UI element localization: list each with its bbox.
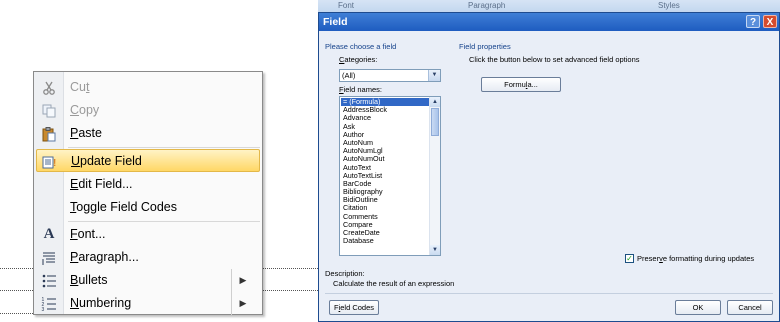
field-name-item[interactable]: AutoText (341, 164, 429, 172)
menu-item-copy[interactable]: Copy (36, 99, 260, 122)
preserve-formatting-checkbox[interactable]: ✓ (625, 254, 634, 263)
menu-item-paragraph[interactable]: Paragraph... (36, 246, 260, 269)
menu-item-label: Update Field (71, 154, 142, 168)
field-name-item[interactable]: Database (341, 237, 429, 245)
description-label: Description: (325, 269, 365, 278)
menu-item-update-field[interactable]: ! Update Field (36, 149, 260, 172)
categories-value: (All) (342, 71, 356, 80)
scroll-down-icon[interactable]: ▼ (430, 245, 440, 255)
paragraph-icon (38, 248, 60, 267)
field-name-item[interactable]: AutoTextList (341, 172, 429, 180)
field-name-item[interactable]: AutoNumOut (341, 155, 429, 163)
close-button[interactable]: X (763, 15, 777, 28)
menu-item-label: Font... (70, 227, 106, 241)
list-scrollbar[interactable]: ▲ ▼ (429, 97, 440, 255)
scroll-up-icon[interactable]: ▲ (430, 97, 440, 107)
choose-field-heading: Please choose a field (325, 42, 397, 51)
document-dotted-line (0, 313, 33, 314)
menu-item-cut[interactable]: Cut (36, 76, 260, 99)
svg-text:!: ! (53, 158, 56, 169)
menu-item-label: Edit Field... (70, 177, 133, 191)
menu-item-label: Paste (70, 126, 102, 140)
field-properties-heading: Field properties (459, 42, 511, 51)
menu-item-label: Copy (70, 103, 100, 117)
categories-dropdown[interactable]: (All) ▼ (339, 69, 441, 82)
field-name-item[interactable]: Bibliography (341, 188, 429, 196)
copy-icon (38, 101, 60, 120)
properties-hint: Click the button below to set advanced f… (469, 55, 640, 64)
submenu-arrow-icon: ▶ (231, 292, 254, 315)
menu-item-label: Toggle Field Codes (70, 200, 178, 214)
categories-label: Categories: (339, 55, 378, 64)
help-button[interactable]: ? (746, 15, 760, 28)
menu-item-paste[interactable]: Paste (36, 122, 260, 145)
submenu-arrow-icon: ▶ (231, 269, 254, 292)
ok-button[interactable]: OK (675, 300, 721, 315)
preserve-formatting-label: Preserve formatting during updates (637, 254, 755, 263)
scissors-icon (38, 78, 60, 97)
field-codes-button[interactable]: Field Codes (329, 300, 379, 315)
document-dotted-line (0, 268, 33, 269)
document-dotted-line (0, 290, 33, 291)
field-name-item[interactable]: BarCode (341, 180, 429, 188)
menu-item-label: Numbering (70, 296, 132, 310)
field-name-item[interactable]: Author (341, 131, 429, 139)
scroll-thumb[interactable] (431, 108, 439, 136)
menu-item-label: Paragraph... (70, 250, 139, 264)
field-dialog: Field ? X Please choose a field Field pr… (318, 12, 780, 322)
menu-separator (68, 147, 260, 148)
svg-text:3: 3 (42, 307, 45, 312)
field-name-item[interactable]: Ask (341, 123, 429, 131)
paste-icon (38, 124, 60, 143)
field-names-label: Field names: (339, 85, 382, 94)
menu-item-numbering[interactable]: 123 Numbering ▶ (36, 292, 260, 315)
document-dotted-line (263, 290, 318, 291)
menu-item-label: Cut (70, 80, 90, 94)
menu-item-toggle-field-codes[interactable]: Toggle Field Codes (36, 196, 260, 219)
dialog-title-bar: Field ? X (319, 13, 779, 31)
font-icon: A (43, 226, 55, 242)
description-text: Calculate the result of an expression (333, 279, 455, 288)
field-name-item[interactable]: BidiOutline (341, 196, 429, 204)
field-names-list[interactable]: = (Formula) AddressBlock Advance Ask Author A… (339, 96, 441, 256)
formula-button[interactable]: Formula... (481, 77, 561, 92)
field-name-item[interactable]: AddressBlock (341, 106, 429, 114)
field-name-item[interactable]: AutoNum (341, 139, 429, 147)
chevron-down-icon[interactable]: ▼ (428, 70, 440, 81)
field-name-item[interactable]: = (Formula) (341, 98, 429, 107)
field-name-item[interactable]: CreateDate (341, 229, 429, 237)
bullets-icon (38, 271, 60, 290)
ribbon-group-font: Font (338, 1, 355, 10)
menu-item-label: Bullets (70, 273, 108, 287)
ribbon-group-strip: Font Paragraph Styles (318, 0, 780, 12)
menu-separator (68, 221, 260, 222)
field-name-item[interactable]: AutoNumLgl (341, 147, 429, 155)
cancel-button[interactable]: Cancel (727, 300, 773, 315)
document-dotted-line (263, 268, 318, 269)
field-name-item[interactable]: Citation (341, 204, 429, 212)
numbering-icon: 123 (38, 294, 60, 313)
field-name-item[interactable]: Advance (341, 114, 429, 122)
field-name-item[interactable]: Comments (341, 213, 429, 221)
context-menu: Cut Copy Paste ! Update Field Edit Field… (33, 71, 263, 315)
dialog-title: Field (323, 16, 348, 28)
dialog-divider (325, 293, 773, 294)
ribbon-group-styles: Styles (658, 1, 680, 10)
menu-item-edit-field[interactable]: Edit Field... (36, 173, 260, 196)
update-field-icon: ! (39, 152, 61, 171)
menu-item-font[interactable]: A Font... (36, 223, 260, 246)
field-names-items: = (Formula) AddressBlock Advance Ask Author A… (341, 98, 429, 245)
ribbon-group-paragraph: Paragraph (468, 1, 506, 10)
field-name-item[interactable]: Compare (341, 221, 429, 229)
menu-item-bullets[interactable]: Bullets ▶ (36, 269, 260, 292)
